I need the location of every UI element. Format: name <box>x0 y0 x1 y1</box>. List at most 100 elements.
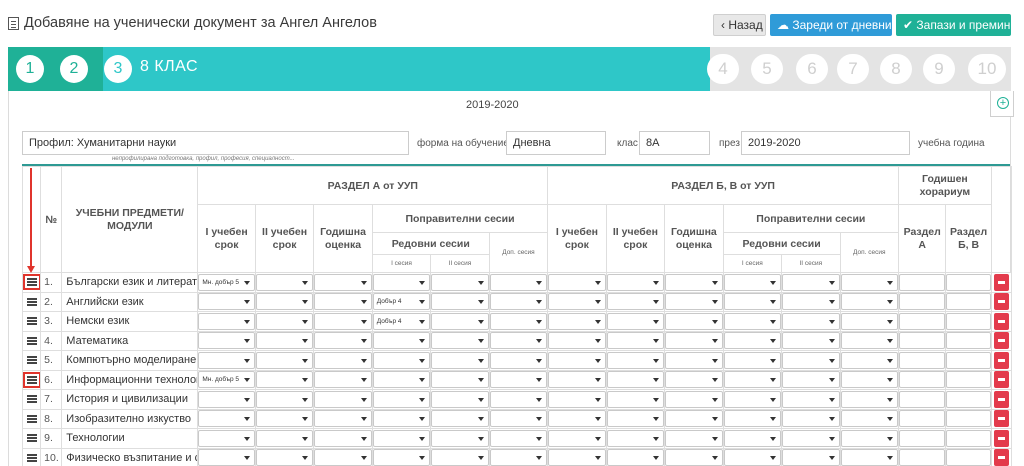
b-term2-select[interactable] <box>607 273 664 291</box>
hours-a-input[interactable] <box>899 449 945 466</box>
b-session2-select[interactable] <box>782 332 840 350</box>
b-term2-select[interactable] <box>607 429 664 447</box>
form-of-study-input[interactable]: Дневна <box>506 131 606 155</box>
a-term2-select[interactable] <box>256 410 313 428</box>
profile-input[interactable]: Профил: Хуманитарни науки <box>22 131 409 155</box>
b-session2-select[interactable] <box>782 390 840 408</box>
a-annual-select[interactable] <box>314 332 372 350</box>
delete-row-button[interactable] <box>993 410 1009 428</box>
b-term1-select[interactable] <box>548 410 606 428</box>
a-session2-select[interactable] <box>431 293 489 311</box>
a-session1-select[interactable] <box>373 390 430 408</box>
a-term2-select[interactable] <box>256 449 313 466</box>
a-annual-select[interactable] <box>314 312 372 330</box>
hamburger-menu-icon[interactable] <box>26 297 37 306</box>
b-session1-select[interactable] <box>724 273 781 291</box>
delete-row-button[interactable] <box>993 449 1009 466</box>
hours-bv-input[interactable] <box>946 273 991 291</box>
b-term2-select[interactable] <box>607 332 664 350</box>
a-session1-select[interactable] <box>373 371 430 389</box>
hours-bv-input[interactable] <box>946 312 991 330</box>
hours-a-input[interactable] <box>899 312 945 330</box>
b-term2-select[interactable] <box>607 312 664 330</box>
a-session1-select[interactable] <box>373 449 430 466</box>
b-term1-select[interactable] <box>548 273 606 291</box>
a-annual-select[interactable] <box>314 390 372 408</box>
hamburger-menu-icon[interactable] <box>26 336 37 345</box>
row-menu-cell[interactable] <box>21 428 42 449</box>
b-annual-select[interactable] <box>665 429 723 447</box>
row-menu-cell[interactable] <box>21 350 42 371</box>
b-extra-select[interactable] <box>841 429 898 447</box>
hours-a-input[interactable] <box>899 390 945 408</box>
b-annual-select[interactable] <box>665 449 723 466</box>
step-10[interactable]: 10 <box>968 54 1006 84</box>
hamburger-menu-icon[interactable] <box>26 453 37 462</box>
a-term1-select[interactable] <box>198 332 255 350</box>
hours-bv-input[interactable] <box>946 429 991 447</box>
a-annual-select[interactable] <box>314 273 372 291</box>
a-session2-select[interactable] <box>431 332 489 350</box>
a-extra-select[interactable] <box>490 312 547 330</box>
a-term1-select[interactable] <box>198 351 255 369</box>
hamburger-menu-icon[interactable] <box>26 356 37 365</box>
b-term2-select[interactable] <box>607 410 664 428</box>
hours-a-input[interactable] <box>899 351 945 369</box>
hours-a-input[interactable] <box>899 332 945 350</box>
b-session2-select[interactable] <box>782 371 840 389</box>
b-term1-select[interactable] <box>548 371 606 389</box>
step-8[interactable]: 8 <box>880 54 912 84</box>
a-term1-select[interactable] <box>198 429 255 447</box>
hours-bv-input[interactable] <box>946 371 991 389</box>
back-button[interactable]: ‹ Назад <box>713 14 766 36</box>
a-session2-select[interactable] <box>431 371 489 389</box>
a-term2-select[interactable] <box>256 351 313 369</box>
a-annual-select[interactable] <box>314 429 372 447</box>
save-and-next-button[interactable]: ✔ Запази и премини <box>896 14 1017 36</box>
a-annual-select[interactable] <box>314 410 372 428</box>
a-extra-select[interactable] <box>490 371 547 389</box>
hamburger-menu-icon[interactable] <box>23 274 40 291</box>
a-term2-select[interactable] <box>256 371 313 389</box>
a-extra-select[interactable] <box>490 351 547 369</box>
b-session1-select[interactable] <box>724 449 781 466</box>
a-annual-select[interactable] <box>314 351 372 369</box>
a-term1-select[interactable]: Мн. добър 5 <box>198 371 255 389</box>
a-session1-select[interactable] <box>373 332 430 350</box>
load-from-diary-button[interactable]: ☁ Зареди от дневник <box>770 14 897 36</box>
a-session2-select[interactable] <box>431 351 489 369</box>
hours-bv-input[interactable] <box>946 293 991 311</box>
row-menu-cell[interactable] <box>21 408 42 429</box>
b-annual-select[interactable] <box>665 410 723 428</box>
hamburger-menu-icon[interactable] <box>26 414 37 423</box>
a-term1-select[interactable] <box>198 449 255 466</box>
a-session2-select[interactable] <box>431 273 489 291</box>
a-extra-select[interactable] <box>490 273 547 291</box>
a-term2-select[interactable] <box>256 429 313 447</box>
b-extra-select[interactable] <box>841 449 898 466</box>
b-extra-select[interactable] <box>841 351 898 369</box>
b-extra-select[interactable] <box>841 410 898 428</box>
b-term1-select[interactable] <box>548 449 606 466</box>
b-extra-select[interactable] <box>841 332 898 350</box>
a-extra-select[interactable] <box>490 332 547 350</box>
hours-a-input[interactable] <box>899 273 945 291</box>
a-session2-select[interactable] <box>431 410 489 428</box>
b-term1-select[interactable] <box>548 429 606 447</box>
b-extra-select[interactable] <box>841 273 898 291</box>
hours-a-input[interactable] <box>899 371 945 389</box>
row-menu-cell[interactable] <box>21 330 42 351</box>
a-session1-select[interactable] <box>373 273 430 291</box>
step-1[interactable]: 1 <box>16 55 44 83</box>
a-annual-select[interactable] <box>314 293 372 311</box>
b-term1-select[interactable] <box>548 390 606 408</box>
a-extra-select[interactable] <box>490 293 547 311</box>
a-session2-select[interactable] <box>431 429 489 447</box>
b-term1-select[interactable] <box>548 312 606 330</box>
a-session1-select[interactable] <box>373 429 430 447</box>
a-term2-select[interactable] <box>256 332 313 350</box>
a-term1-select[interactable] <box>198 312 255 330</box>
hamburger-menu-icon[interactable] <box>26 434 37 443</box>
b-session2-select[interactable] <box>782 410 840 428</box>
b-term2-select[interactable] <box>607 371 664 389</box>
